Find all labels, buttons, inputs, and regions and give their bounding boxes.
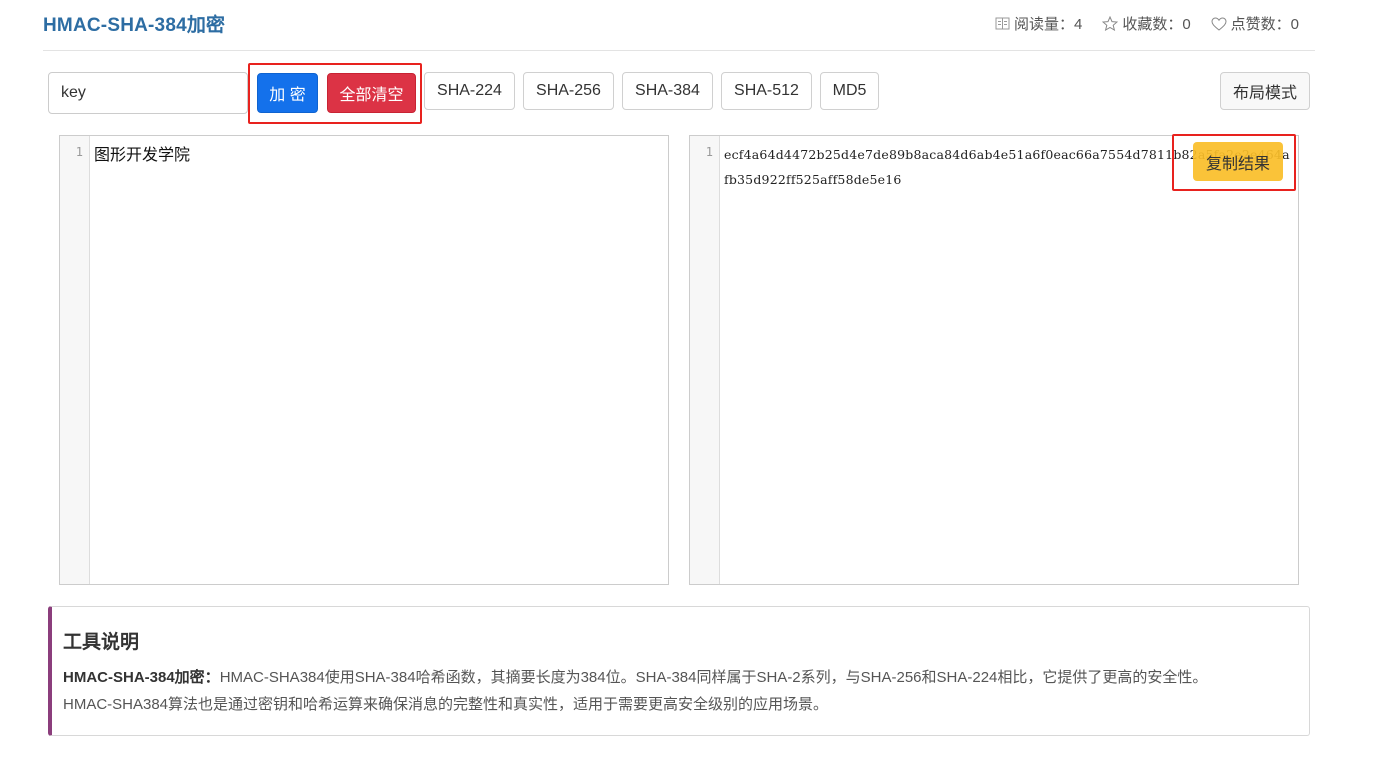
description-title: 工具说明 xyxy=(63,632,140,653)
page-title: HMAC-SHA-384加密 xyxy=(43,15,226,36)
description-line-2: HMAC-SHA384算法也是通过密钥和哈希运算来确保消息的完整性和真实性，适用… xyxy=(63,696,829,713)
tool-description: 工具说明 HMAC-SHA-384加密：HMAC-SHA384使用SHA-384… xyxy=(48,606,1310,736)
line-number: 1 xyxy=(705,145,713,159)
encrypt-button[interactable]: 加 密 xyxy=(257,73,318,113)
output-editor[interactable]: 1 ecf4a64d4472b25d4e7de89b8aca84d6ab4e51… xyxy=(689,135,1299,585)
input-editor-gutter: 1 xyxy=(60,136,90,584)
layout-mode-button[interactable]: 布局模式 xyxy=(1220,72,1310,110)
heart-icon xyxy=(1211,16,1227,31)
like-count-label: 点赞数：0 xyxy=(1230,16,1299,33)
output-editor-gutter: 1 xyxy=(690,136,720,584)
read-count-label: 阅读量：4 xyxy=(1013,16,1083,33)
key-input[interactable] xyxy=(48,72,248,114)
like-count[interactable]: 点赞数：0 xyxy=(1211,13,1299,34)
sha256-button[interactable]: SHA-256 xyxy=(523,72,614,110)
clear-all-button[interactable]: 全部清空 xyxy=(327,73,416,113)
description-lead: HMAC-SHA-384加密： xyxy=(63,669,220,686)
sha512-button[interactable]: SHA-512 xyxy=(721,72,812,110)
md5-button[interactable]: MD5 xyxy=(820,72,879,110)
star-icon xyxy=(1102,16,1119,31)
page-header: HMAC-SHA-384加密 阅读量：4 收藏数：0 点赞数：0 xyxy=(43,0,1315,51)
book-icon xyxy=(995,17,1010,30)
favorite-count-label: 收藏数：0 xyxy=(1122,16,1191,33)
toolbar: 加 密 全部清空 SHA-224 SHA-256 SHA-384 SHA-512… xyxy=(48,63,1310,124)
sha384-button[interactable]: SHA-384 xyxy=(622,72,713,110)
description-body: HMAC-SHA-384加密：HMAC-SHA384使用SHA-384哈希函数，… xyxy=(63,664,1291,718)
highlight-box-copy xyxy=(1172,134,1296,191)
input-editor[interactable]: 1 图形开发学院 xyxy=(59,135,669,585)
favorite-count[interactable]: 收藏数：0 xyxy=(1102,13,1191,34)
input-text[interactable]: 图形开发学院 xyxy=(94,144,664,168)
read-count: 阅读量：4 xyxy=(995,13,1082,34)
sha224-button[interactable]: SHA-224 xyxy=(424,72,515,110)
line-number: 1 xyxy=(75,145,83,159)
stats-bar: 阅读量：4 收藏数：0 点赞数：0 xyxy=(995,13,1299,34)
description-line-1: HMAC-SHA384使用SHA-384哈希函数，其摘要长度为384位。SHA-… xyxy=(219,669,1208,686)
